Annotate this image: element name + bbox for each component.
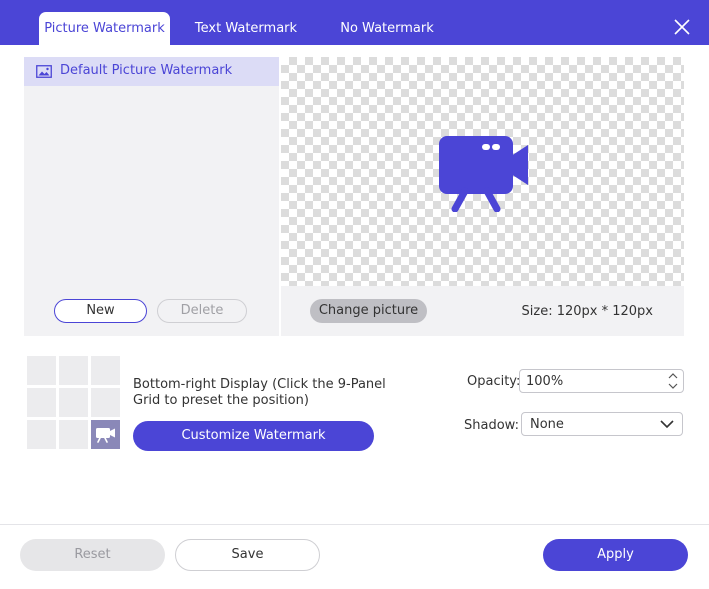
tab-picture-watermark[interactable]: Picture Watermark	[39, 12, 170, 45]
shadow-dropdown[interactable]: None	[521, 412, 683, 436]
grid-cell-bottom-center[interactable]	[59, 420, 88, 449]
watermark-list-panel: Default Picture Watermark New Delete	[24, 57, 279, 336]
customize-watermark-button[interactable]: Customize Watermark	[133, 421, 374, 451]
grid-cell-top-right[interactable]	[91, 356, 120, 385]
new-button[interactable]: New	[54, 299, 147, 323]
delete-button[interactable]: Delete	[157, 299, 247, 323]
video-camera-icon	[96, 428, 115, 443]
title-bar: Picture Watermark Text Watermark No Wate…	[0, 0, 709, 45]
grid-cell-middle-left[interactable]	[27, 388, 56, 417]
save-button[interactable]: Save	[175, 539, 320, 571]
size-label: Size: 120px * 120px	[521, 304, 653, 319]
opacity-label: Opacity:	[467, 374, 521, 389]
close-icon[interactable]	[673, 18, 691, 36]
change-picture-button[interactable]: Change picture	[310, 299, 427, 323]
watermark-preview	[281, 57, 684, 286]
tab-no-watermark[interactable]: No Watermark	[330, 12, 444, 45]
reset-button[interactable]: Reset	[20, 539, 165, 571]
opacity-stepper[interactable]: 100%	[519, 369, 684, 393]
apply-button[interactable]: Apply	[543, 539, 688, 571]
up-down-arrows-icon[interactable]	[667, 371, 679, 391]
grid-cell-top-left[interactable]	[27, 356, 56, 385]
position-description: Bottom-right Display (Click the 9-Panel …	[133, 377, 386, 408]
shadow-value: None	[530, 417, 564, 432]
video-camera-icon	[439, 136, 528, 212]
chevron-down-icon	[660, 420, 674, 429]
grid-cell-bottom-left[interactable]	[27, 420, 56, 449]
tab-text-watermark[interactable]: Text Watermark	[184, 12, 308, 45]
grid-cell-bottom-right[interactable]	[91, 420, 120, 449]
shadow-label: Shadow:	[464, 418, 519, 433]
list-item-label: Default Picture Watermark	[60, 63, 233, 78]
position-grid	[27, 356, 120, 449]
preview-toolbar: Change picture Size: 120px * 120px	[281, 286, 684, 336]
grid-cell-center[interactable]	[59, 388, 88, 417]
footer-divider	[0, 524, 709, 525]
grid-cell-top-center[interactable]	[59, 356, 88, 385]
list-item-default-picture-watermark[interactable]: Default Picture Watermark	[24, 57, 279, 86]
opacity-value: 100%	[526, 374, 564, 389]
image-icon	[36, 65, 52, 82]
grid-cell-middle-right[interactable]	[91, 388, 120, 417]
